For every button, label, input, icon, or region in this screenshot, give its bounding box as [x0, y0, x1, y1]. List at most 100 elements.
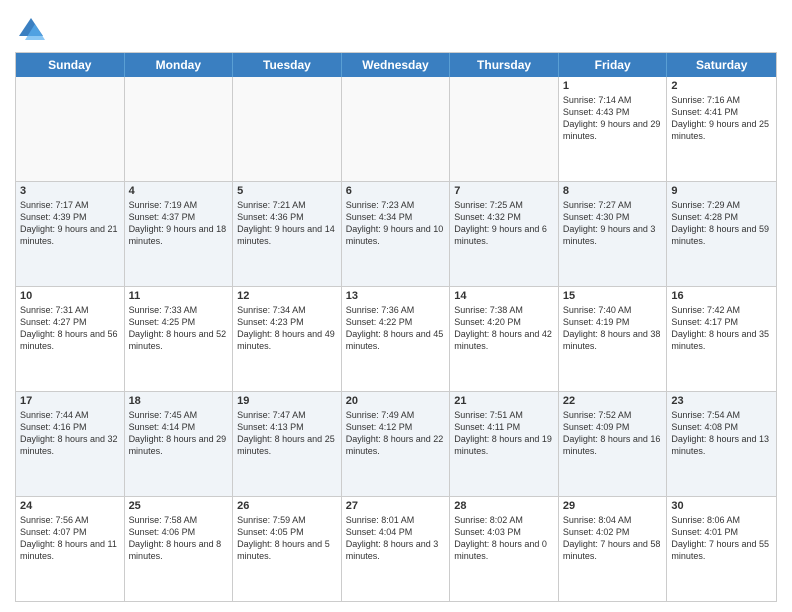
calendar-cell: 20 Sunrise: 7:49 AM Sunset: 4:12 PM Dayli…	[342, 392, 451, 496]
day-number: 8	[563, 185, 663, 197]
day-number: 21	[454, 395, 554, 407]
day-number: 10	[20, 290, 120, 302]
cell-info: Sunrise: 7:17 AM Sunset: 4:39 PM Dayligh…	[20, 199, 120, 248]
day-number: 6	[346, 185, 446, 197]
cell-info: Sunrise: 7:27 AM Sunset: 4:30 PM Dayligh…	[563, 199, 663, 248]
day-number: 22	[563, 395, 663, 407]
calendar-cell: 7Sunrise: 7:25 AM Sunset: 4:32 PM Daylig…	[450, 182, 559, 286]
calendar-cell: 29 Sunrise: 8:04 AM Sunset: 4:02 PM Dayli…	[559, 497, 668, 601]
calendar-cell: 12 Sunrise: 7:34 AM Sunset: 4:23 PM Dayli…	[233, 287, 342, 391]
cell-info: Sunrise: 7:19 AM Sunset: 4:37 PM Dayligh…	[129, 199, 229, 248]
calendar-cell: 18Sunrise: 7:45 AM Sunset: 4:14 PM Dayli…	[125, 392, 234, 496]
calendar-body: 1 Sunrise: 7:14 AM Sunset: 4:43 PM Daylig…	[16, 77, 776, 601]
header-day: Thursday	[450, 53, 559, 77]
calendar-cell: 17 Sunrise: 7:44 AM Sunset: 4:16 PM Dayli…	[16, 392, 125, 496]
calendar-cell: 13 Sunrise: 7:36 AM Sunset: 4:22 PM Dayli…	[342, 287, 451, 391]
day-number: 12	[237, 290, 337, 302]
calendar-cell	[233, 77, 342, 181]
day-number: 17	[20, 395, 120, 407]
calendar-cell: 11 Sunrise: 7:33 AM Sunset: 4:25 PM Dayli…	[125, 287, 234, 391]
cell-info: Sunrise: 8:01 AM Sunset: 4:04 PM Dayligh…	[346, 514, 446, 563]
calendar-cell: 2 Sunrise: 7:16 AM Sunset: 4:41 PM Daylig…	[667, 77, 776, 181]
calendar-cell: 30 Sunrise: 8:06 AM Sunset: 4:01 PM Dayli…	[667, 497, 776, 601]
calendar-cell: 15 Sunrise: 7:40 AM Sunset: 4:19 PM Dayli…	[559, 287, 668, 391]
calendar-row: 10 Sunrise: 7:31 AM Sunset: 4:27 PM Dayli…	[16, 287, 776, 392]
calendar-cell: 22Sunrise: 7:52 AM Sunset: 4:09 PM Dayli…	[559, 392, 668, 496]
cell-info: Sunrise: 7:36 AM Sunset: 4:22 PM Dayligh…	[346, 304, 446, 353]
day-number: 25	[129, 500, 229, 512]
calendar-cell: 21Sunrise: 7:51 AM Sunset: 4:11 PM Dayli…	[450, 392, 559, 496]
day-number: 9	[671, 185, 772, 197]
cell-info: Sunrise: 7:54 AM Sunset: 4:08 PM Dayligh…	[671, 409, 772, 458]
cell-info: Sunrise: 7:49 AM Sunset: 4:12 PM Dayligh…	[346, 409, 446, 458]
day-number: 29	[563, 500, 663, 512]
calendar-cell: 4 Sunrise: 7:19 AM Sunset: 4:37 PM Daylig…	[125, 182, 234, 286]
logo	[15, 14, 51, 46]
day-number: 23	[671, 395, 772, 407]
calendar-header: SundayMondayTuesdayWednesdayThursdayFrid…	[16, 53, 776, 77]
header-day: Monday	[125, 53, 234, 77]
calendar-cell	[450, 77, 559, 181]
day-number: 1	[563, 80, 663, 92]
calendar-row: 3Sunrise: 7:17 AM Sunset: 4:39 PM Daylig…	[16, 182, 776, 287]
calendar-row: 24Sunrise: 7:56 AM Sunset: 4:07 PM Dayli…	[16, 497, 776, 601]
cell-info: Sunrise: 7:42 AM Sunset: 4:17 PM Dayligh…	[671, 304, 772, 353]
day-number: 15	[563, 290, 663, 302]
cell-info: Sunrise: 7:40 AM Sunset: 4:19 PM Dayligh…	[563, 304, 663, 353]
cell-info: Sunrise: 7:14 AM Sunset: 4:43 PM Dayligh…	[563, 94, 663, 143]
day-number: 13	[346, 290, 446, 302]
day-number: 24	[20, 500, 120, 512]
header-day: Saturday	[667, 53, 776, 77]
calendar-cell	[16, 77, 125, 181]
day-number: 5	[237, 185, 337, 197]
day-number: 16	[671, 290, 772, 302]
calendar-cell	[342, 77, 451, 181]
cell-info: Sunrise: 8:04 AM Sunset: 4:02 PM Dayligh…	[563, 514, 663, 563]
cell-info: Sunrise: 7:25 AM Sunset: 4:32 PM Dayligh…	[454, 199, 554, 248]
calendar-cell: 10 Sunrise: 7:31 AM Sunset: 4:27 PM Dayli…	[16, 287, 125, 391]
calendar-cell: 5 Sunrise: 7:21 AM Sunset: 4:36 PM Daylig…	[233, 182, 342, 286]
header-day: Tuesday	[233, 53, 342, 77]
day-number: 28	[454, 500, 554, 512]
cell-info: Sunrise: 7:34 AM Sunset: 4:23 PM Dayligh…	[237, 304, 337, 353]
cell-info: Sunrise: 7:21 AM Sunset: 4:36 PM Dayligh…	[237, 199, 337, 248]
calendar-cell: 23 Sunrise: 7:54 AM Sunset: 4:08 PM Dayli…	[667, 392, 776, 496]
day-number: 30	[671, 500, 772, 512]
cell-info: Sunrise: 7:45 AM Sunset: 4:14 PM Dayligh…	[129, 409, 229, 458]
day-number: 11	[129, 290, 229, 302]
calendar-cell: 27 Sunrise: 8:01 AM Sunset: 4:04 PM Dayli…	[342, 497, 451, 601]
header-day: Sunday	[16, 53, 125, 77]
cell-info: Sunrise: 7:16 AM Sunset: 4:41 PM Dayligh…	[671, 94, 772, 143]
calendar-cell: 28Sunrise: 8:02 AM Sunset: 4:03 PM Dayli…	[450, 497, 559, 601]
cell-info: Sunrise: 7:29 AM Sunset: 4:28 PM Dayligh…	[671, 199, 772, 248]
cell-info: Sunrise: 7:33 AM Sunset: 4:25 PM Dayligh…	[129, 304, 229, 353]
header-day: Friday	[559, 53, 668, 77]
header-day: Wednesday	[342, 53, 451, 77]
cell-info: Sunrise: 8:06 AM Sunset: 4:01 PM Dayligh…	[671, 514, 772, 563]
calendar-cell: 6Sunrise: 7:23 AM Sunset: 4:34 PM Daylig…	[342, 182, 451, 286]
calendar-cell: 25 Sunrise: 7:58 AM Sunset: 4:06 PM Dayli…	[125, 497, 234, 601]
cell-info: Sunrise: 7:31 AM Sunset: 4:27 PM Dayligh…	[20, 304, 120, 353]
calendar-cell: 8 Sunrise: 7:27 AM Sunset: 4:30 PM Daylig…	[559, 182, 668, 286]
cell-info: Sunrise: 7:47 AM Sunset: 4:13 PM Dayligh…	[237, 409, 337, 458]
page: SundayMondayTuesdayWednesdayThursdayFrid…	[0, 0, 792, 612]
cell-info: Sunrise: 7:44 AM Sunset: 4:16 PM Dayligh…	[20, 409, 120, 458]
calendar-cell: 19 Sunrise: 7:47 AM Sunset: 4:13 PM Dayli…	[233, 392, 342, 496]
day-number: 2	[671, 80, 772, 92]
day-number: 20	[346, 395, 446, 407]
calendar-row: 17 Sunrise: 7:44 AM Sunset: 4:16 PM Dayli…	[16, 392, 776, 497]
calendar-cell: 16 Sunrise: 7:42 AM Sunset: 4:17 PM Dayli…	[667, 287, 776, 391]
calendar-cell: 1 Sunrise: 7:14 AM Sunset: 4:43 PM Daylig…	[559, 77, 668, 181]
calendar-cell: 14 Sunrise: 7:38 AM Sunset: 4:20 PM Dayli…	[450, 287, 559, 391]
calendar-row: 1 Sunrise: 7:14 AM Sunset: 4:43 PM Daylig…	[16, 77, 776, 182]
calendar-cell: 3Sunrise: 7:17 AM Sunset: 4:39 PM Daylig…	[16, 182, 125, 286]
calendar: SundayMondayTuesdayWednesdayThursdayFrid…	[15, 52, 777, 602]
day-number: 19	[237, 395, 337, 407]
day-number: 4	[129, 185, 229, 197]
day-number: 14	[454, 290, 554, 302]
cell-info: Sunrise: 7:59 AM Sunset: 4:05 PM Dayligh…	[237, 514, 337, 563]
cell-info: Sunrise: 7:38 AM Sunset: 4:20 PM Dayligh…	[454, 304, 554, 353]
calendar-cell: 26Sunrise: 7:59 AM Sunset: 4:05 PM Dayli…	[233, 497, 342, 601]
cell-info: Sunrise: 7:58 AM Sunset: 4:06 PM Dayligh…	[129, 514, 229, 563]
day-number: 27	[346, 500, 446, 512]
